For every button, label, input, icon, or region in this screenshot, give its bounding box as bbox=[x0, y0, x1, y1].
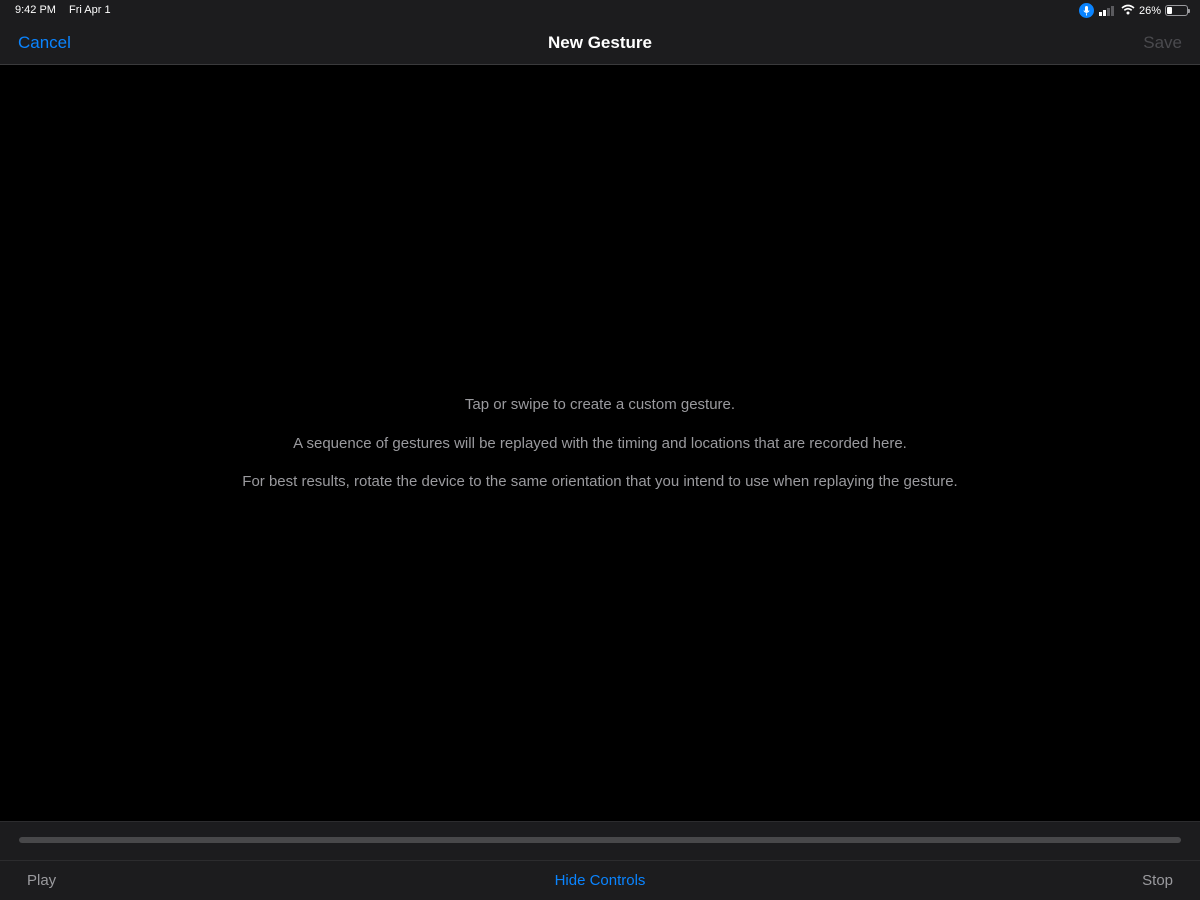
wifi-icon bbox=[1121, 4, 1135, 18]
instructions: Tap or swipe to create a custom gesture.… bbox=[0, 395, 1200, 511]
timeline-bar bbox=[0, 821, 1200, 861]
status-bar: 9:42 PM Fri Apr 1 26% bbox=[0, 0, 1200, 22]
gesture-timeline-track[interactable] bbox=[19, 837, 1181, 843]
battery-percent: 26% bbox=[1138, 4, 1161, 17]
bottom-toolbar: Play Hide Controls Stop bbox=[0, 861, 1200, 900]
save-button[interactable]: Save bbox=[1143, 33, 1182, 53]
gesture-recording-canvas[interactable]: Tap or swipe to create a custom gesture.… bbox=[0, 66, 1200, 821]
status-right: 26% bbox=[1078, 3, 1190, 18]
status-date: Fri Apr 1 bbox=[69, 4, 111, 16]
status-left: 9:42 PM Fri Apr 1 bbox=[15, 4, 121, 16]
new-gesture-screen: 9:42 PM Fri Apr 1 26% Cancel New Gesture… bbox=[0, 0, 1200, 900]
mic-icon bbox=[1078, 3, 1094, 18]
battery-icon bbox=[1165, 5, 1190, 16]
instruction-line: For best results, rotate the device to t… bbox=[242, 473, 958, 490]
battery-fill bbox=[1167, 7, 1172, 14]
status-time: 9:42 PM bbox=[15, 4, 56, 16]
cellular-signal-icon bbox=[1098, 5, 1115, 16]
page-title: New Gesture bbox=[548, 33, 652, 52]
navigation-bar: Cancel New Gesture Save bbox=[0, 22, 1200, 65]
stop-button[interactable]: Stop bbox=[1142, 872, 1173, 889]
instruction-line: A sequence of gestures will be replayed … bbox=[293, 434, 907, 452]
instruction-line: Tap or swipe to create a custom gesture. bbox=[464, 396, 736, 413]
hide-controls-wrapper: Hide Controls bbox=[0, 872, 1200, 889]
hide-controls-button[interactable]: Hide Controls bbox=[555, 872, 646, 889]
